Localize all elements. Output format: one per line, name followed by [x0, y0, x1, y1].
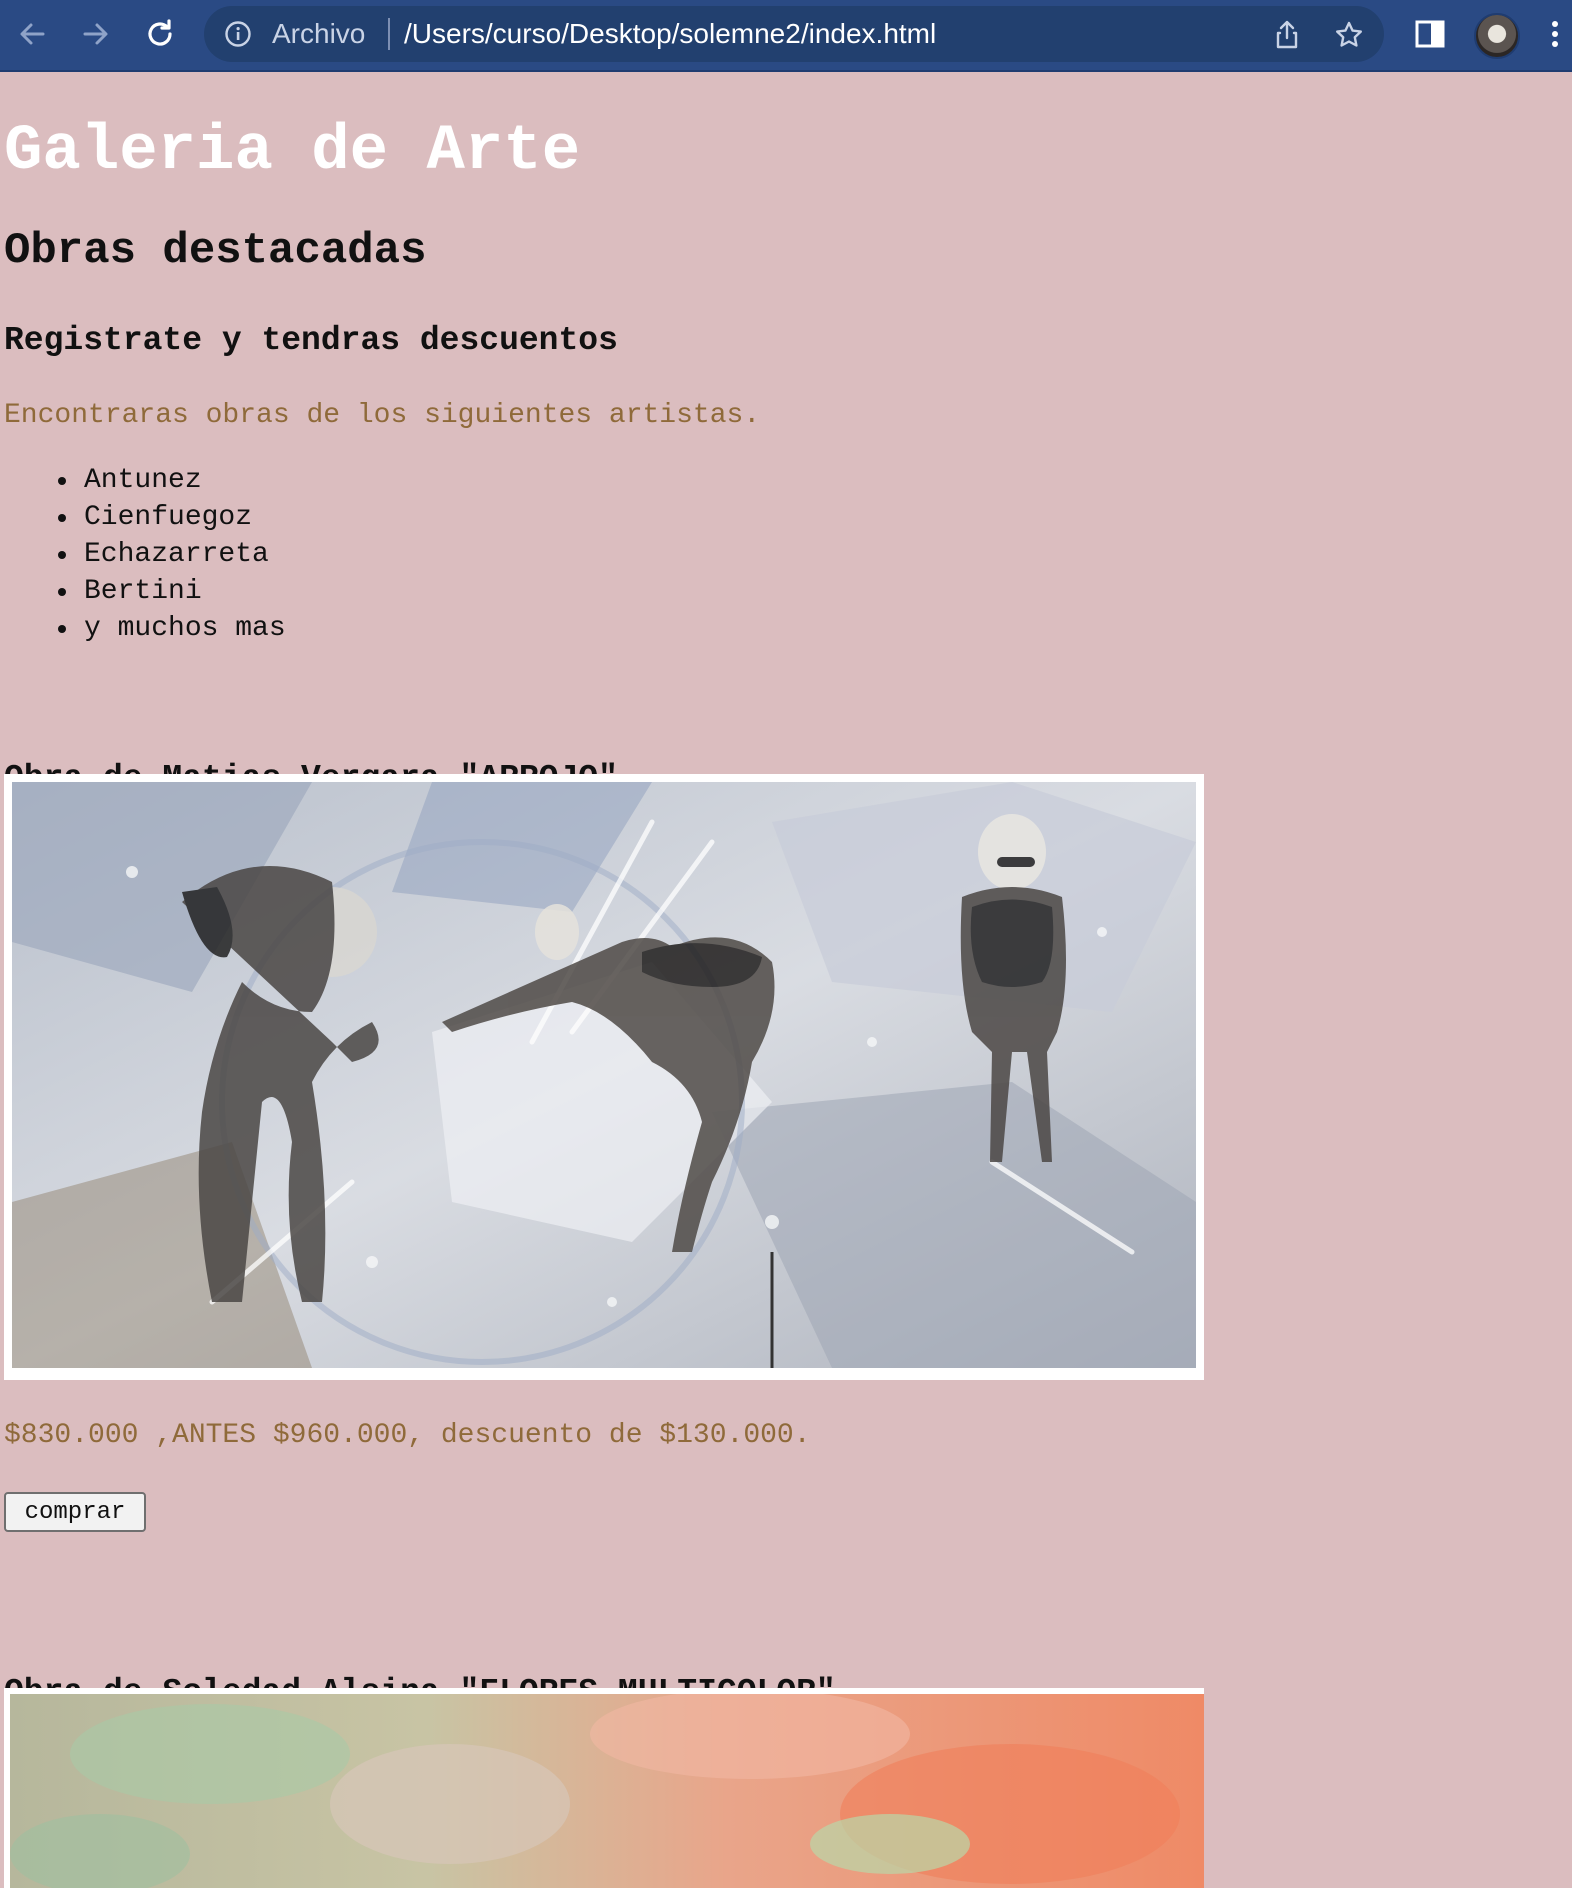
artist-list: Antunez Cienfuegoz Echazarreta Bertini y…	[54, 462, 286, 647]
list-item: Cienfuegoz	[54, 499, 286, 536]
list-item: Echazarreta	[54, 536, 286, 573]
browser-toolbar: Archivo /Users/curso/Desktop/solemne2/in…	[0, 0, 1572, 72]
intro-text: Encontraras obras de los siguientes arti…	[4, 400, 761, 431]
page-info-label[interactable]: Archivo	[272, 6, 365, 62]
buy-button[interactable]: comprar	[4, 1492, 146, 1532]
list-item: y muchos mas	[54, 610, 286, 647]
promo-heading: Registrate y tendras descuentos	[4, 322, 618, 359]
reload-button[interactable]	[138, 12, 182, 56]
info-icon[interactable]	[224, 20, 252, 48]
reload-icon	[148, 19, 172, 46]
swimmers-painting	[12, 782, 1196, 1368]
artwork-price: $830.000 ,ANTES $960.000, descuento de $…	[4, 1420, 811, 1451]
address-bar[interactable]: Archivo /Users/curso/Desktop/solemne2/in…	[204, 6, 1384, 62]
profile-avatar[interactable]	[1474, 13, 1520, 59]
bookmark-star-icon[interactable]	[1334, 20, 1364, 50]
flowers-painting	[10, 1694, 1204, 1888]
kebab-menu-icon[interactable]	[1540, 14, 1570, 54]
side-panel-icon[interactable]	[1410, 14, 1450, 54]
divider	[388, 18, 390, 50]
arrow-left-icon	[20, 23, 45, 45]
artwork-image-flores	[4, 1688, 1204, 1888]
back-button[interactable]	[10, 12, 54, 56]
forward-button[interactable]	[74, 12, 118, 56]
list-item: Bertini	[54, 573, 286, 610]
section-heading: Obras destacadas	[4, 226, 427, 276]
page-title: Galeria de Arte	[4, 116, 581, 188]
artwork-image-arrojo	[4, 774, 1204, 1380]
list-item: Antunez	[54, 462, 286, 499]
url-text[interactable]: /Users/curso/Desktop/solemne2/index.html	[404, 6, 936, 62]
arrow-right-icon	[83, 23, 108, 45]
share-icon[interactable]	[1272, 20, 1302, 50]
